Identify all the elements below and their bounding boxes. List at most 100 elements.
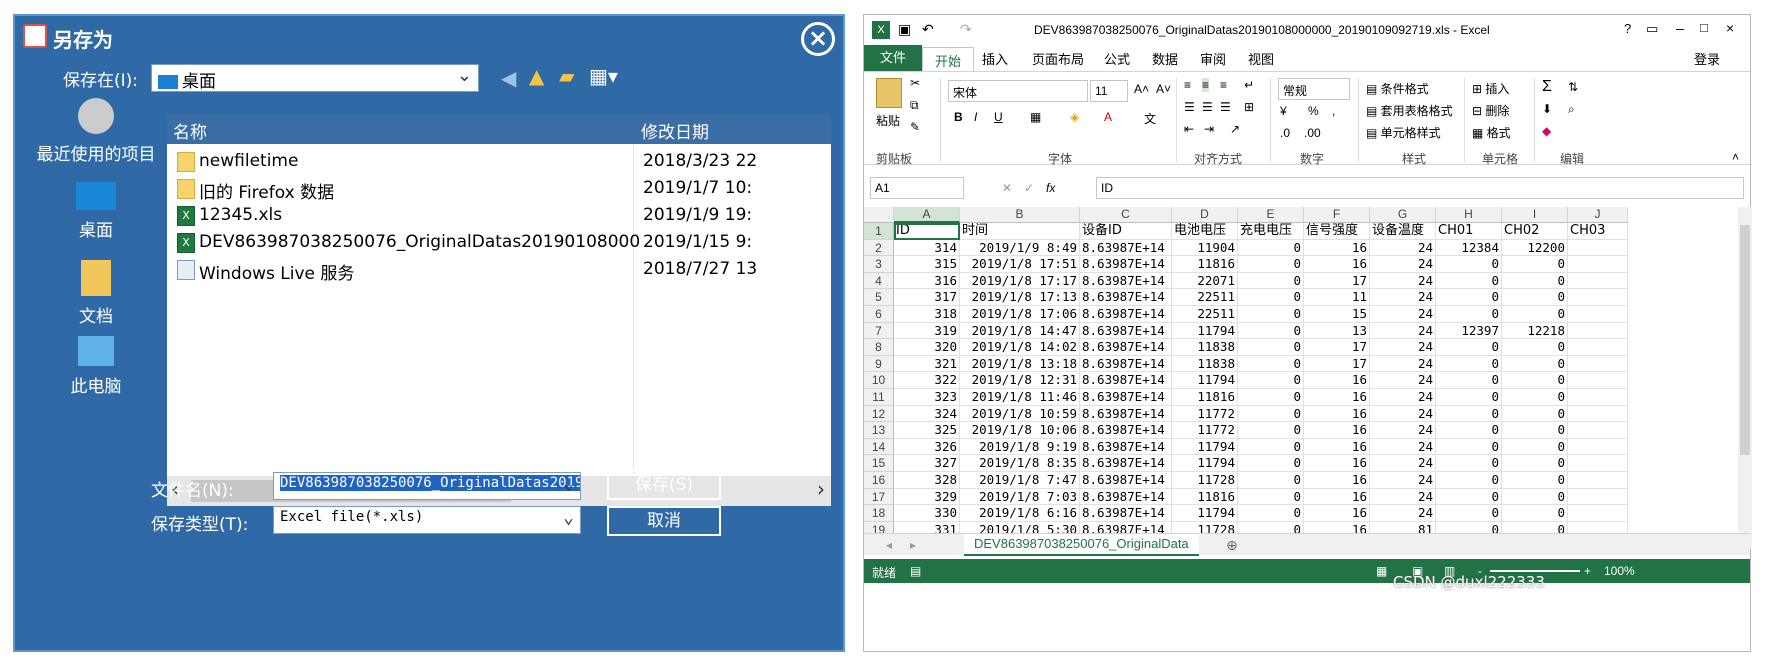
scroll-right-icon[interactable]: › [817,477,825,501]
align-middle-icon[interactable]: ≡ [1202,78,1210,92]
table-cell[interactable]: 22511 [1172,289,1238,306]
table-cell[interactable]: 330 [894,505,960,522]
table-cell[interactable] [1568,405,1628,423]
row-header[interactable]: 4 [864,272,894,290]
scroll-thumb[interactable] [1740,225,1750,455]
table-cell[interactable]: 11794 [1172,438,1238,456]
table-cell[interactable]: 0 [1502,488,1568,506]
row-header[interactable]: 5 [864,289,894,306]
table-cell[interactable]: 0 [1502,389,1568,406]
help-icon[interactable]: ? [1624,21,1631,36]
table-cell[interactable]: 0 [1436,289,1502,306]
font-name-dropdown[interactable]: 宋体 [948,80,1088,102]
table-cell[interactable]: 11794 [1172,322,1238,340]
column-header[interactable]: F [1304,207,1370,223]
table-cell[interactable]: 0 [1502,472,1568,489]
grow-font-icon[interactable]: A˄ [1134,82,1149,96]
ribbon-display-icon[interactable]: ▭ [1646,21,1658,37]
insert-function-icon[interactable]: fx [1046,181,1055,195]
italic-button[interactable]: I [974,110,977,124]
place-documents[interactable]: 文档 [31,260,161,327]
table-cell[interactable]: 16 [1304,488,1370,506]
row-header[interactable]: 3 [864,256,894,273]
table-cell[interactable]: 8.63987E+14 [1080,389,1172,406]
login-link[interactable]: 登录 [1694,49,1720,68]
redo-icon[interactable]: ↷ [960,21,972,38]
table-cell[interactable]: 2019/1/8 9:19 [960,438,1080,456]
table-cell[interactable]: 8.63987E+14 [1080,272,1172,290]
save-in-dropdown[interactable]: 桌面 ⌄ [151,64,479,92]
table-cell[interactable]: 0 [1436,488,1502,506]
wrap-text-icon[interactable]: ↵ [1244,78,1254,92]
table-cell[interactable]: 11772 [1172,422,1238,439]
table-cell[interactable]: 16 [1304,455,1370,472]
table-cell[interactable]: 2019/1/8 17:51 [960,256,1080,273]
table-cell[interactable]: 0 [1502,405,1568,423]
table-cell[interactable]: 0 [1502,272,1568,290]
table-cell[interactable]: 11904 [1172,239,1238,257]
row-header[interactable]: 2 [864,239,894,257]
table-cell[interactable] [1568,505,1628,522]
copy-icon[interactable]: ⧉ [910,98,919,113]
normal-view-icon[interactable]: ▦ [1376,564,1387,578]
table-cell[interactable]: 16 [1304,372,1370,389]
table-cell[interactable]: 22511 [1172,306,1238,323]
table-cell[interactable]: 0 [1502,438,1568,456]
file-row[interactable]: 旧的 Firefox 数据 2019/1/7 10: [167,175,831,203]
table-cell[interactable]: 2019/1/8 11:46 [960,389,1080,406]
table-cell[interactable]: 314 [894,239,960,257]
insert-button[interactable]: ⊞ 插入 [1472,80,1509,97]
file-row[interactable]: X DEV863987038250076_OriginalDatas201901… [167,229,831,257]
column-header[interactable]: H [1436,207,1502,223]
table-cell[interactable]: 8.63987E+14 [1080,239,1172,257]
format-painter-icon[interactable]: ✎ [910,120,920,134]
decrease-decimal-icon[interactable]: .00 [1304,126,1321,140]
comma-icon[interactable]: , [1332,104,1335,118]
row-header[interactable]: 15 [864,455,894,472]
table-cell[interactable]: 11 [1304,289,1370,306]
row-header[interactable]: 8 [864,339,894,356]
table-cell[interactable]: 16 [1304,405,1370,423]
tab-insert[interactable]: 插入 [982,49,1008,68]
table-cell[interactable]: 11794 [1172,505,1238,522]
table-cell[interactable]: 信号强度 [1304,223,1370,240]
cancel-button[interactable]: 取消 [607,506,721,536]
column-header[interactable]: D [1172,207,1238,223]
table-cell[interactable]: 0 [1502,455,1568,472]
delete-button[interactable]: ⊟ 删除 [1472,102,1509,119]
table-cell[interactable]: 8.63987E+14 [1080,339,1172,356]
table-cell[interactable]: 24 [1370,372,1436,389]
sheet-tab[interactable]: DEV863987038250076_OriginalData [964,534,1199,556]
table-cell[interactable]: CH02 [1502,223,1568,240]
table-cell[interactable]: 11728 [1172,472,1238,489]
macro-record-icon[interactable]: ▤ [910,564,921,578]
table-cell[interactable]: 充电电压 [1238,223,1304,240]
name-box[interactable]: A1 [870,177,964,199]
align-left-icon[interactable]: ☰ [1184,100,1195,114]
table-cell[interactable]: 321 [894,355,960,373]
table-cell[interactable]: 0 [1436,455,1502,472]
table-cell[interactable]: 12218 [1502,322,1568,340]
maximize-icon[interactable]: □ [1700,20,1708,35]
table-cell[interactable] [1568,289,1628,306]
table-cell[interactable]: 329 [894,488,960,506]
table-cell[interactable]: 8.63987E+14 [1080,472,1172,489]
table-cell[interactable] [1568,355,1628,373]
table-cell[interactable]: 0 [1502,339,1568,356]
row-header[interactable]: 1 [864,223,894,240]
table-cell[interactable]: 319 [894,322,960,340]
table-cell[interactable]: 0 [1238,272,1304,290]
table-cell[interactable]: 8.63987E+14 [1080,289,1172,306]
table-cell[interactable]: 0 [1238,389,1304,406]
prev-sheet-icon[interactable]: ◂ [886,538,892,552]
table-cell[interactable]: 16 [1304,239,1370,257]
file-row[interactable]: newfiletime 2018/3/23 22 [167,148,831,176]
table-cell[interactable]: 12384 [1436,239,1502,257]
table-cell[interactable]: 315 [894,256,960,273]
table-cell[interactable]: 13 [1304,322,1370,340]
column-header[interactable]: E [1238,207,1304,223]
table-cell[interactable]: 0 [1502,306,1568,323]
filename-input[interactable]: DEV863987038250076_OriginalDatas20190 ⌄ [273,472,581,500]
undo-icon[interactable]: ↶ [922,21,934,38]
percent-icon[interactable]: % [1308,104,1319,118]
